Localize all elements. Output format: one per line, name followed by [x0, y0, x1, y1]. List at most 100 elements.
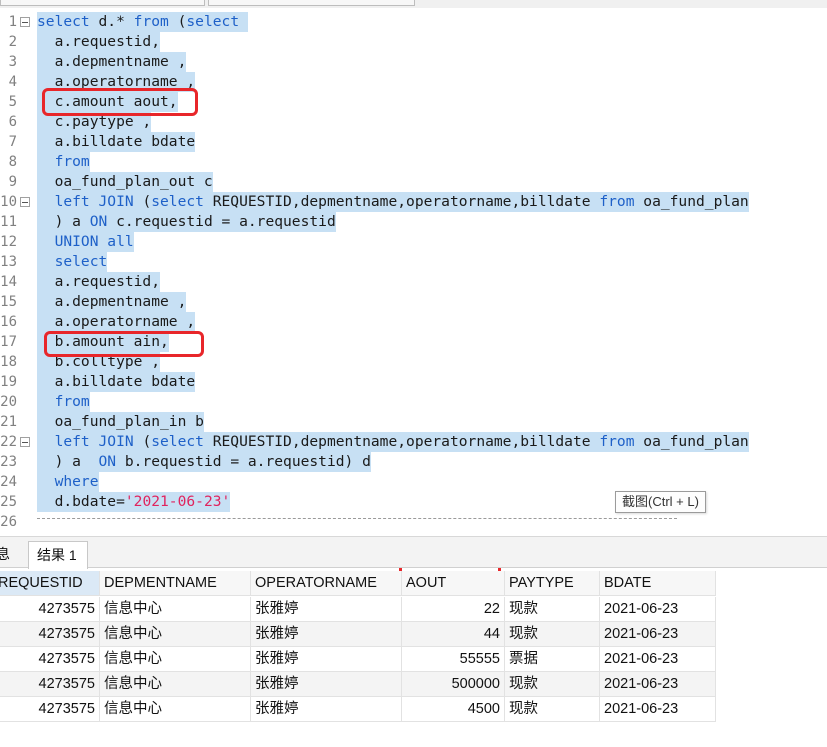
sql-keyword: ON	[89, 213, 108, 230]
table-row[interactable]: 4273575 信息中心 张雅婷 55555 票据 2021-06-23	[0, 647, 716, 672]
sql-keyword: left JOIN	[54, 193, 134, 210]
cell-operatorname[interactable]: 张雅婷	[251, 672, 402, 697]
column-header-depmentname[interactable]: DEPMENTNAME	[100, 571, 251, 596]
code-text: a.operatorname ,	[37, 312, 196, 332]
cell-bdate[interactable]: 2021-06-23	[600, 647, 716, 672]
code-line[interactable]: 9 oa_fund_plan_out c	[0, 172, 827, 192]
code-line[interactable]: 26	[0, 512, 827, 532]
cell-aout[interactable]: 55555	[402, 647, 505, 672]
table-row[interactable]: 4273575 信息中心 张雅婷 4500 现款 2021-06-23	[0, 697, 716, 722]
sql-text: a.depmentname ,	[37, 53, 187, 70]
cell-requestid[interactable]: 4273575	[0, 647, 100, 672]
sql-keyword: from	[133, 13, 169, 30]
code-line[interactable]: 24 where	[0, 472, 827, 492]
cell-requestid[interactable]: 4273575	[0, 672, 100, 697]
code-line[interactable]: 16 a.operatorname ,	[0, 312, 827, 332]
code-text: a.requestid,	[37, 272, 161, 292]
code-text: oa_fund_plan_in b	[37, 412, 204, 432]
code-line[interactable]: 23 ) a ON b.requestid = a.requestid) d	[0, 452, 827, 472]
cell-bdate[interactable]: 2021-06-23	[600, 672, 716, 697]
code-line[interactable]: 22 left JOIN (select REQUESTID,depmentna…	[0, 432, 827, 452]
line-number: 24	[0, 474, 17, 490]
column-header-aout[interactable]: AOUT	[402, 571, 505, 596]
line-number: 5	[8, 94, 17, 110]
table-row[interactable]: 4273575 信息中心 张雅婷 500000 现款 2021-06-23	[0, 672, 716, 697]
cell-depmentname[interactable]: 信息中心	[100, 597, 251, 622]
result-grid[interactable]: REQUESTID DEPMENTNAME OPERATORNAME AOUT PAYT…	[0, 571, 827, 747]
cell-requestid[interactable]: 4273575	[0, 622, 100, 647]
fold-toggle-icon[interactable]	[20, 197, 30, 207]
code-line[interactable]: 1 select d.* from (select	[0, 12, 827, 32]
code-line[interactable]: 3 a.depmentname ,	[0, 52, 827, 72]
code-line[interactable]: 21 oa_fund_plan_in b	[0, 412, 827, 432]
code-line[interactable]: 11 ) a ON c.requestid = a.requestid	[0, 212, 827, 232]
cell-paytype[interactable]: 现款	[505, 672, 600, 697]
column-header-bdate[interactable]: BDATE	[600, 571, 716, 596]
cell-bdate[interactable]: 2021-06-23	[600, 597, 716, 622]
line-number: 23	[0, 454, 17, 470]
column-header-paytype[interactable]: PAYTYPE	[505, 571, 600, 596]
toolbar-field-left[interactable]	[0, 0, 205, 6]
code-line[interactable]: 15 a.depmentname ,	[0, 292, 827, 312]
cell-operatorname[interactable]: 张雅婷	[251, 647, 402, 672]
cell-operatorname[interactable]: 张雅婷	[251, 697, 402, 722]
line-number: 20	[0, 394, 17, 410]
code-line[interactable]: 7 a.billdate bdate	[0, 132, 827, 152]
sql-text: a.billdate bdate	[37, 373, 196, 390]
fold-toggle-icon[interactable]	[20, 17, 30, 27]
tab-info[interactable]: 息	[0, 541, 22, 569]
code-line[interactable]: 19 a.billdate bdate	[0, 372, 827, 392]
line-number: 21	[0, 414, 17, 430]
cell-depmentname[interactable]: 信息中心	[100, 697, 251, 722]
cell-bdate[interactable]: 2021-06-23	[600, 622, 716, 647]
code-line[interactable]: 10 left JOIN (select REQUESTID,depmentna…	[0, 192, 827, 212]
sql-keyword: select	[151, 433, 204, 450]
cell-paytype[interactable]: 票据	[505, 647, 600, 672]
code-line[interactable]: 13 select	[0, 252, 827, 272]
cell-aout[interactable]: 22	[402, 597, 505, 622]
cell-depmentname[interactable]: 信息中心	[100, 647, 251, 672]
sql-keyword: UNION all	[54, 233, 134, 250]
cell-aout[interactable]: 500000	[402, 672, 505, 697]
code-text: from	[37, 392, 90, 412]
cell-requestid[interactable]: 4273575	[0, 697, 100, 722]
sql-text: ) a	[37, 453, 99, 470]
cell-depmentname[interactable]: 信息中心	[100, 672, 251, 697]
code-line[interactable]: 20 from	[0, 392, 827, 412]
code-line[interactable]: 8 from	[0, 152, 827, 172]
cell-aout[interactable]: 4500	[402, 697, 505, 722]
code-text: a.billdate bdate	[37, 372, 196, 392]
table-row[interactable]: 4273575 信息中心 张雅婷 44 现款 2021-06-23	[0, 622, 716, 647]
cell-aout[interactable]: 44	[402, 622, 505, 647]
line-number: 7	[8, 134, 17, 150]
code-line[interactable]: 12 UNION all	[0, 232, 827, 252]
cell-paytype[interactable]: 现款	[505, 697, 600, 722]
sql-text: d.bdate=	[37, 493, 125, 510]
cell-paytype[interactable]: 现款	[505, 597, 600, 622]
cell-operatorname[interactable]: 张雅婷	[251, 597, 402, 622]
line-number: 11	[0, 214, 17, 230]
sql-text: a.depmentname ,	[37, 293, 187, 310]
cell-bdate[interactable]: 2021-06-23	[600, 697, 716, 722]
line-number: 1	[8, 14, 17, 30]
cell-requestid[interactable]: 4273575	[0, 597, 100, 622]
sql-editor[interactable]: 1 select d.* from (select 2 a.requestid, 3…	[0, 8, 827, 534]
column-header-operatorname[interactable]: OPERATORNAME	[251, 571, 402, 596]
fold-toggle-icon[interactable]	[20, 437, 30, 447]
column-header-requestid[interactable]: REQUESTID	[0, 571, 100, 596]
code-text: a.depmentname ,	[37, 52, 187, 72]
sql-keyword: select	[186, 13, 240, 30]
table-row[interactable]: 4273575 信息中心 张雅婷 22 现款 2021-06-23	[0, 597, 716, 622]
cell-paytype[interactable]: 现款	[505, 622, 600, 647]
tab-result-1[interactable]: 结果 1	[28, 541, 88, 569]
cell-depmentname[interactable]: 信息中心	[100, 622, 251, 647]
cell-operatorname[interactable]: 张雅婷	[251, 622, 402, 647]
code-line[interactable]: 14 a.requestid,	[0, 272, 827, 292]
result-tab-bar: 息 结果 1	[0, 536, 827, 569]
line-number: 8	[8, 154, 17, 170]
code-line[interactable]: 2 a.requestid,	[0, 32, 827, 52]
toolbar-field-right[interactable]	[208, 0, 415, 6]
sql-text: a.requestid,	[37, 273, 161, 290]
